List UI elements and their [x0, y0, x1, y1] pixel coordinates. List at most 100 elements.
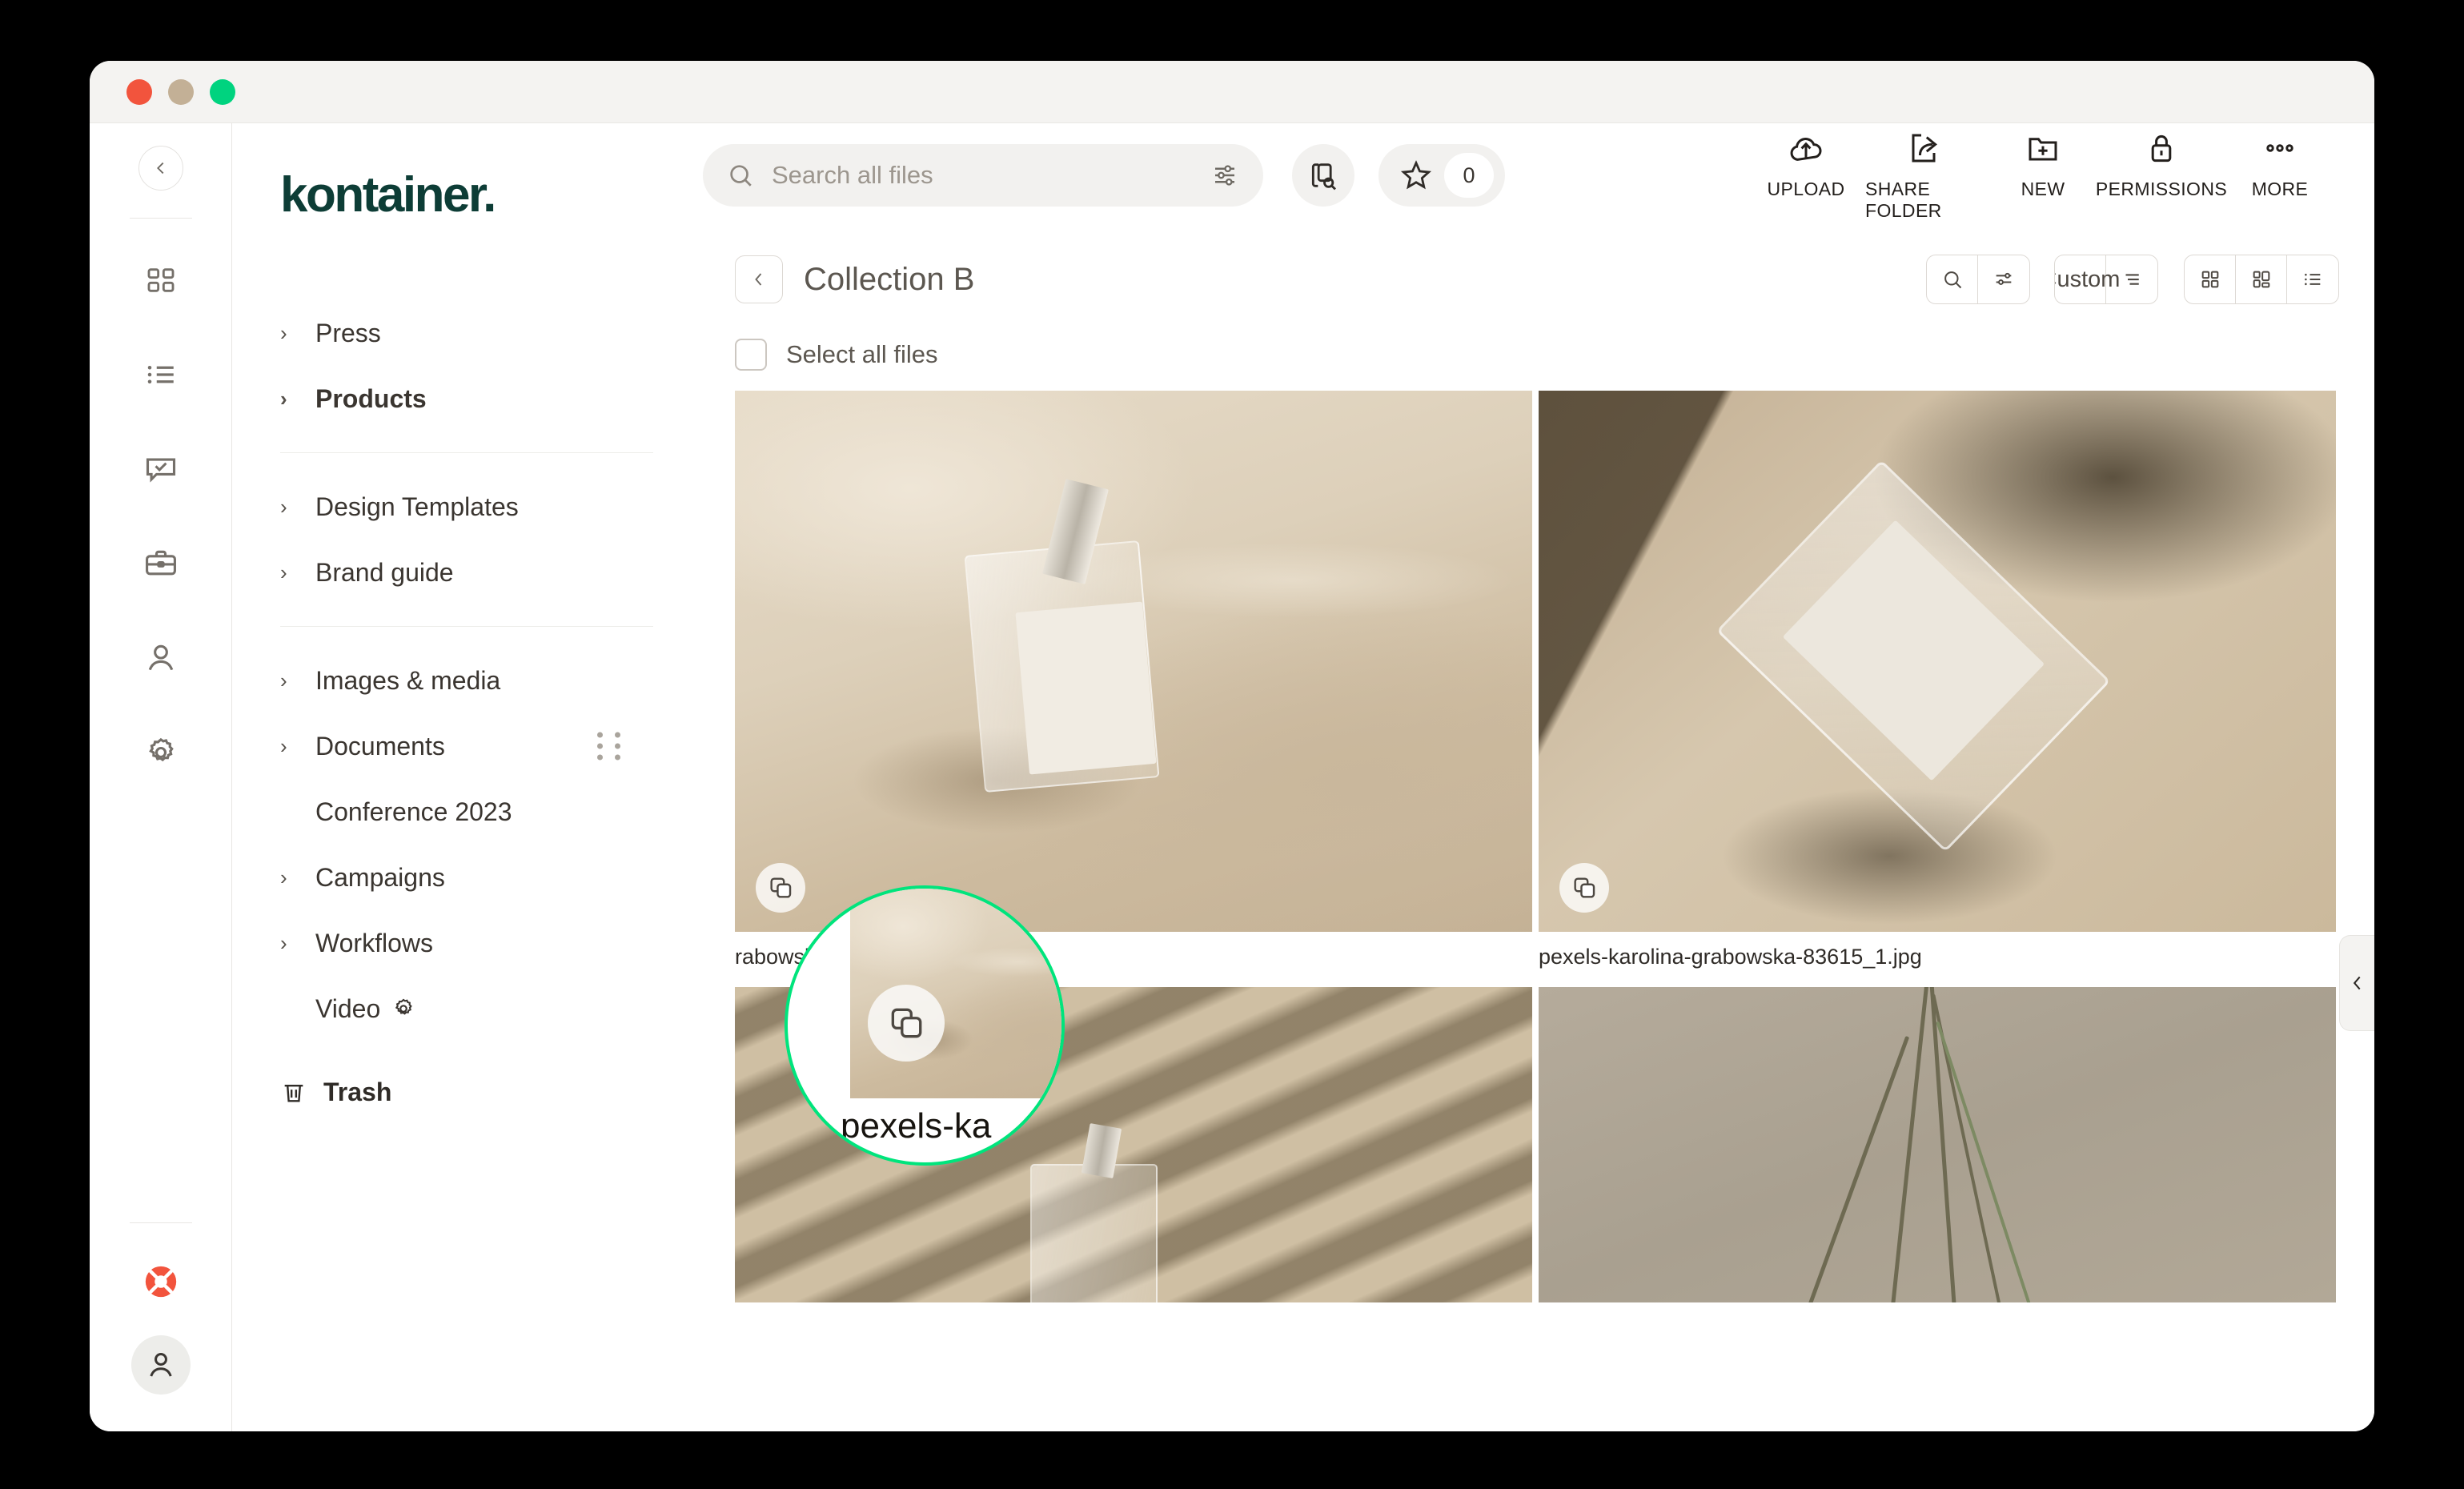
sort-order-icon: [2120, 267, 2144, 291]
share-folder-button[interactable]: SHARE FOLDER: [1865, 129, 1984, 222]
gear-icon: [143, 735, 179, 770]
rail-item-help[interactable]: [131, 1252, 191, 1311]
page-title: Collection B: [804, 262, 974, 298]
rail-item-dashboard[interactable]: [131, 251, 191, 310]
rail-collapse-button[interactable]: [138, 146, 183, 191]
file-card[interactable]: pexels-karolina-grabowska-83615_1.jpg: [1539, 391, 2336, 981]
magnifier-lens: pexels-ka: [785, 885, 1065, 1166]
back-button[interactable]: [735, 255, 783, 303]
drag-handle-icon[interactable]: [597, 732, 623, 761]
lifebuoy-icon: [141, 1262, 181, 1302]
new-button[interactable]: NEW: [1984, 129, 2102, 200]
file-card[interactable]: [1539, 987, 2336, 1302]
sidebar-item-images-media[interactable]: › Images & media: [280, 648, 653, 713]
sidebar-item-campaigns[interactable]: › Campaigns: [280, 845, 653, 910]
chevron-right-icon: ›: [280, 670, 301, 691]
star-icon: [1399, 159, 1433, 192]
main-content: Search all files: [696, 123, 2374, 1431]
sidebar-item-press[interactable]: › Press: [280, 300, 653, 366]
toolbar-actions: UPLOAD SHARE FOLDER: [1747, 129, 2339, 222]
action-label: SHARE FOLDER: [1865, 179, 1984, 222]
cloud-upload-icon: [1785, 129, 1827, 167]
sidebar-item-label: Documents: [315, 732, 445, 761]
sidebar-item-label: Brand guide: [315, 558, 454, 588]
chat-check-icon: [143, 452, 179, 487]
file-thumbnail[interactable]: [735, 391, 1532, 932]
visual-search-button[interactable]: [1292, 144, 1354, 207]
more-button[interactable]: MORE: [2221, 129, 2339, 200]
magnified-duplicate-badge[interactable]: [868, 985, 945, 1062]
image-search-icon: [1307, 159, 1339, 191]
view-list-button[interactable]: [2287, 255, 2338, 303]
avatar[interactable]: [131, 1335, 191, 1395]
action-label: NEW: [2021, 179, 2065, 200]
action-label: PERMISSIONS: [2096, 179, 2227, 200]
new-folder-icon: [2022, 129, 2064, 167]
select-all-label: Select all files: [786, 340, 938, 369]
duplicate-badge[interactable]: [756, 863, 805, 913]
duplicate-badge[interactable]: [1559, 863, 1609, 913]
chevron-left-icon: [152, 159, 170, 177]
main-topbar: Search all files: [696, 123, 2374, 227]
file-thumbnail[interactable]: [1539, 987, 2336, 1302]
action-label: MORE: [2252, 179, 2309, 200]
view-toggle-segment: [2184, 255, 2339, 304]
chevron-right-icon: ›: [280, 496, 301, 517]
trash-icon: [280, 1078, 307, 1106]
chevron-right-icon: ›: [280, 933, 301, 953]
sidebar-item-video[interactable]: › Video: [280, 976, 653, 1041]
sidebar-item-workflows[interactable]: › Workflows: [280, 910, 653, 976]
decorative-shape: [1030, 1164, 1158, 1302]
video-settings-button[interactable]: [391, 997, 415, 1021]
folder-group-3: › Images & media › Documents › Conferenc…: [280, 648, 653, 1041]
person-icon: [144, 1348, 178, 1382]
rail-item-approvals[interactable]: [131, 439, 191, 499]
search-input-placeholder[interactable]: Search all files: [772, 161, 1210, 190]
person-icon: [143, 640, 179, 676]
rail-item-portfolio[interactable]: [131, 534, 191, 593]
action-label: UPLOAD: [1768, 179, 1845, 200]
sidebar-item-conference-2023[interactable]: › Conference 2023: [280, 779, 653, 845]
rail-item-settings[interactable]: [131, 723, 191, 782]
sidebar-item-brand-guide[interactable]: › Brand guide: [280, 540, 653, 605]
sort-select[interactable]: Custom: [2055, 255, 2106, 303]
search-bar[interactable]: Search all files: [703, 144, 1263, 207]
search-icon: [1941, 268, 1964, 291]
duplicate-icon: [1571, 874, 1598, 901]
favorites-button[interactable]: 0: [1378, 144, 1505, 207]
permissions-button[interactable]: PERMISSIONS: [2102, 129, 2221, 200]
collection-search-button[interactable]: [1927, 255, 1978, 303]
duplicate-icon: [767, 874, 794, 901]
app-body: kontainer. › Press › Products › Design T…: [90, 123, 2374, 1431]
window-close-button[interactable]: [126, 79, 152, 105]
sliders-icon[interactable]: [1210, 161, 1239, 190]
sidebar-item-products[interactable]: › Products: [280, 366, 653, 431]
rail-item-lists[interactable]: [131, 345, 191, 404]
window-maximize-button[interactable]: [210, 79, 235, 105]
sidebar-item-design-templates[interactable]: › Design Templates: [280, 474, 653, 540]
upload-button[interactable]: UPLOAD: [1747, 129, 1865, 200]
sort-segment: Custom: [2054, 255, 2158, 304]
sidebar-item-label: Campaigns: [315, 863, 445, 893]
chevron-right-icon: ›: [280, 736, 301, 757]
collection-header: Collection B: [696, 227, 2374, 317]
rail-item-contacts[interactable]: [131, 628, 191, 688]
favorites-count: 0: [1444, 153, 1494, 198]
file-thumbnail[interactable]: [1539, 391, 2336, 932]
window-titlebar: [90, 61, 2374, 123]
sidebar-item-trash[interactable]: Trash: [280, 1064, 653, 1120]
folder-sidebar: kontainer. › Press › Products › Design T…: [232, 123, 696, 1431]
view-grid-button[interactable]: [2185, 255, 2236, 303]
view-masonry-button[interactable]: [2236, 255, 2287, 303]
collection-filter-button[interactable]: [1978, 255, 2029, 303]
sort-order-button[interactable]: [2106, 255, 2157, 303]
select-all-checkbox[interactable]: [735, 339, 767, 371]
list-icon: [144, 358, 178, 391]
folder-group-1: › Press › Products: [280, 300, 653, 431]
sidebar-item-label: Workflows: [315, 929, 433, 958]
sidebar-item-documents[interactable]: › Documents: [280, 713, 653, 779]
window-minimize-button[interactable]: [168, 79, 194, 105]
duplicate-icon: [886, 1003, 926, 1043]
right-panel-toggle[interactable]: [2339, 935, 2374, 1031]
icon-rail: [90, 123, 232, 1431]
